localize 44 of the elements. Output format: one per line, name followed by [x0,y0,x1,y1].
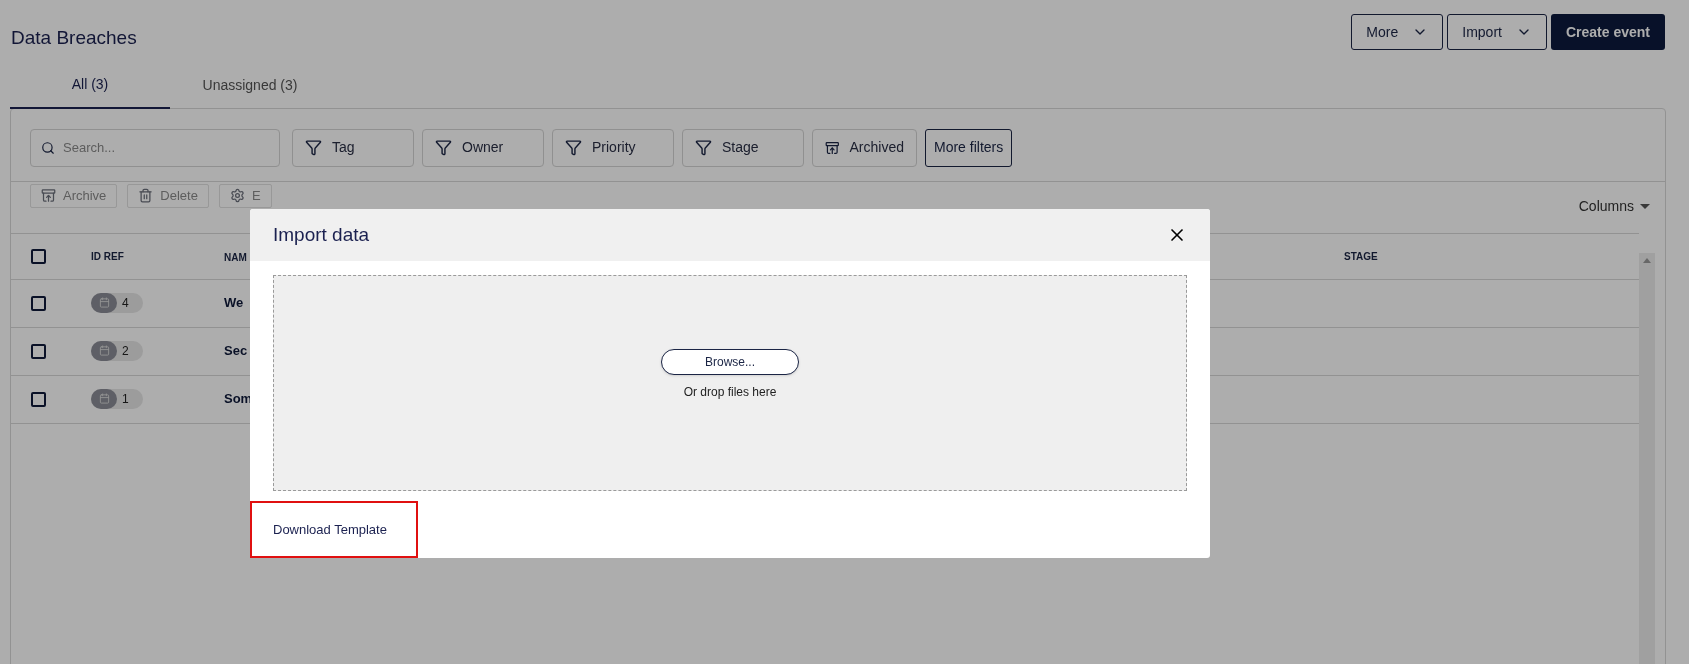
checkbox[interactable] [31,391,46,407]
calendar-icon [98,393,110,404]
search-field[interactable]: Search... [30,128,280,167]
id-badge: 1 [91,388,143,409]
download-template-link[interactable]: Download Template [250,501,418,558]
id-badge: 4 [91,292,143,313]
filter-button[interactable]: Stage [682,128,804,167]
filter-button[interactable]: Archived [812,128,917,167]
funnel-icon [565,139,582,156]
funnel-icon [305,139,322,156]
archive-box-icon [825,139,840,156]
id-badge: 2 [91,340,143,361]
dropdown-button[interactable]: Import [1447,14,1547,50]
column-header: STAGE [1344,249,1378,264]
filter-button[interactable]: Priority [552,128,674,167]
checkbox[interactable] [31,295,46,311]
dropdown-button[interactable]: More [1351,14,1444,50]
filter-button[interactable]: Owner [422,128,544,167]
dialog-title: Import data [273,222,370,247]
more-filters-button[interactable]: More filters [925,128,1013,167]
browse-button[interactable]: Browse... [661,348,799,375]
column-header: ID REF [91,249,125,264]
table-cell-text: We [224,294,244,313]
table-cell-text: Sec [224,342,248,361]
caret-icon [1640,203,1650,209]
archive-box-icon [41,188,56,203]
tab[interactable]: All (3) [10,62,170,109]
create-event-button[interactable]: Create event [1550,14,1665,50]
checkbox[interactable] [31,248,46,264]
calendar-icon [98,297,110,308]
page-title: Data Breaches [11,26,137,50]
column-header: NAM [224,252,247,263]
funnel-icon [695,139,712,156]
search-icon [41,140,55,155]
columns-dropdown[interactable]: Columns [1578,195,1650,217]
trash-icon [138,188,154,203]
funnel-icon [435,139,452,156]
tab[interactable]: Unassigned (3) [170,62,330,109]
calendar-icon [98,345,110,356]
drop-zone[interactable]: Browse... Or drop files here [273,274,1187,491]
checkbox[interactable] [31,343,46,359]
gear-icon [229,188,245,203]
filter-button[interactable]: Tag [292,128,414,167]
drop-hint: Or drop files here [683,383,777,401]
